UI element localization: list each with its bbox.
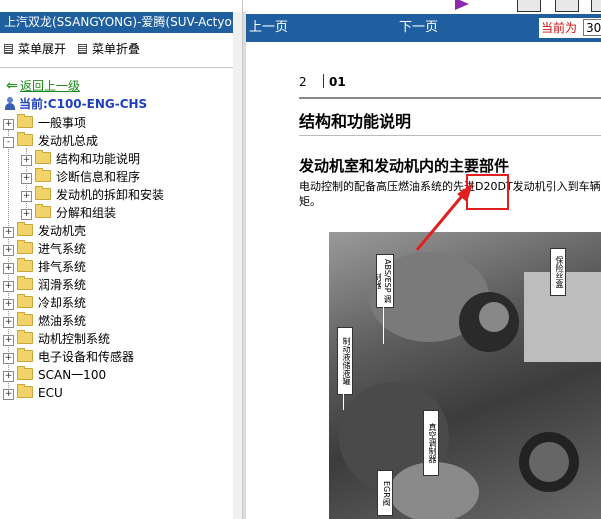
tree-item-label: 电子设备和传感器 [38, 350, 135, 364]
tree-item-label: 发动机壳 [38, 224, 87, 238]
back-link[interactable]: ⇐ 返回上一级 [6, 78, 80, 94]
prev-page-button[interactable]: 上一页 [249, 14, 288, 42]
tree-item-scan100[interactable]: + SCAN一100 [3, 366, 106, 384]
tree-item-label: 燃油系统 [38, 314, 87, 328]
folder-icon [17, 330, 33, 344]
folder-icon [35, 204, 51, 218]
expand-toggle[interactable]: + [3, 371, 14, 382]
window-icon[interactable] [517, 0, 541, 12]
play-icon[interactable] [455, 0, 469, 10]
page-navbar: 上一页 下一页 当前为 30 [243, 14, 601, 42]
menu-collapse-label: 菜单折叠 [92, 42, 141, 56]
folder-open-icon [17, 132, 33, 146]
tree-item-label: 结构和功能说明 [56, 152, 141, 166]
folder-icon [17, 258, 33, 272]
folder-icon [35, 168, 51, 182]
next-page-button[interactable]: 下一页 [399, 14, 438, 42]
expand-toggle[interactable]: + [3, 389, 14, 400]
folder-icon [35, 186, 51, 200]
window-icon[interactable] [591, 0, 601, 12]
expand-toggle[interactable]: + [3, 119, 14, 130]
list-icon [4, 44, 13, 54]
expand-toggle[interactable]: + [3, 353, 14, 364]
tree-item-diagnostics[interactable]: + 诊断信息和程序 [21, 168, 140, 186]
folder-icon [17, 294, 33, 308]
folder-icon [17, 384, 33, 398]
tree-item-electronics[interactable]: + 电子设备和传感器 [3, 348, 134, 366]
tree-item-exhaust[interactable]: + 排气系统 [3, 258, 86, 276]
tree-item-label: SCAN一100 [38, 368, 107, 382]
left-scrollbar[interactable] [233, 12, 242, 519]
menu-toolbar: 菜单展开 菜单折叠 [0, 38, 240, 60]
expand-toggle[interactable]: + [21, 191, 32, 202]
current-page-box: 当前为 30 [539, 18, 601, 38]
tree-item-engine-assembly[interactable]: - 发动机总成 [3, 132, 98, 150]
folder-icon [17, 114, 33, 128]
expand-toggle[interactable]: + [3, 263, 14, 274]
tree-item-label: 冷却系统 [38, 296, 87, 310]
folder-icon [17, 276, 33, 290]
expand-toggle[interactable]: + [3, 245, 14, 256]
collapse-toggle[interactable]: - [3, 137, 14, 148]
tree-item-structure[interactable]: + 结构和功能说明 [21, 150, 140, 168]
expand-toggle[interactable]: + [3, 335, 14, 346]
menu-collapse-button[interactable]: 菜单折叠 [78, 38, 140, 60]
current-node-label: 当前:C100-ENG-CHS [19, 97, 148, 111]
arrow-shaft [415, 189, 469, 251]
tree-item-intake[interactable]: + 进气系统 [3, 240, 86, 258]
tree-item-label: 发动机总成 [38, 134, 99, 148]
back-arrow-icon: ⇐ [6, 78, 18, 94]
menu-expand-label: 菜单展开 [18, 42, 67, 56]
list-icon [78, 44, 87, 54]
expand-toggle[interactable]: + [3, 227, 14, 238]
divider [0, 67, 242, 68]
folder-icon [17, 366, 33, 380]
current-page-input[interactable]: 30 [583, 19, 601, 36]
folder-icon [17, 222, 33, 236]
tree-item-ecu[interactable]: + ECU [3, 384, 63, 402]
manual-title: 上汽双龙(SSANGYONG)-爱腾(SUV-Actyon) [0, 12, 242, 33]
tree-item-cooling[interactable]: + 冷却系统 [3, 294, 86, 312]
window-icon[interactable] [555, 0, 579, 12]
tree-item-label: 润滑系统 [38, 278, 87, 292]
expand-toggle[interactable]: + [21, 173, 32, 184]
expand-toggle[interactable]: + [21, 155, 32, 166]
tree-item-fuel[interactable]: + 燃油系统 [3, 312, 86, 330]
tree-item-label: 一般事项 [38, 116, 87, 130]
document-scrollbar[interactable] [243, 12, 246, 519]
folder-icon [17, 312, 33, 326]
tree-item-removal[interactable]: + 发动机的拆卸和安装 [21, 186, 164, 204]
expand-toggle[interactable]: + [3, 317, 14, 328]
expand-toggle[interactable]: + [3, 281, 14, 292]
tree-item-label: 发动机的拆卸和安装 [56, 188, 165, 202]
back-link-label[interactable]: 返回上一级 [20, 79, 80, 93]
tree-item-general[interactable]: + 一般事项 [3, 114, 86, 132]
current-node: 当前:C100-ENG-CHS [4, 96, 147, 112]
menu-expand-button[interactable]: 菜单展开 [4, 38, 66, 60]
tree-item-label: 进气系统 [38, 242, 87, 256]
folder-icon [35, 150, 51, 164]
folder-icon [17, 348, 33, 362]
document-pane: 上一页 下一页 当前为 30 2 01 结构和功能说明 发动机室和发动机内的主要… [243, 0, 601, 519]
top-toolbar [243, 0, 601, 12]
folder-icon [17, 240, 33, 254]
navigation-pane: 上汽双龙(SSANGYONG)-爱腾(SUV-Actyon) 菜单展开 菜单折叠… [0, 0, 243, 519]
tree-item-engine-housing[interactable]: + 发动机壳 [3, 222, 86, 240]
current-page-label: 当前为 [541, 21, 578, 35]
expand-toggle[interactable]: + [21, 209, 32, 220]
expand-toggle[interactable]: + [3, 299, 14, 310]
tree-item-label: 排气系统 [38, 260, 87, 274]
tree-item-label: 动机控制系统 [38, 332, 111, 346]
document-page: 2 01 结构和功能说明 发动机室和发动机内的主要部件 电动控制的配备高压燃油系… [243, 42, 601, 519]
tree-item-label: ECU [38, 386, 63, 400]
annotation-arrow [415, 183, 473, 251]
tree-item-disassembly[interactable]: + 分解和组装 [21, 204, 116, 222]
tree-item-label: 分解和组装 [56, 206, 117, 220]
tree-item-lubrication[interactable]: + 润滑系统 [3, 276, 86, 294]
tree-item-label: 诊断信息和程序 [56, 170, 141, 184]
tree-item-engine-control[interactable]: + 动机控制系统 [3, 330, 110, 348]
user-icon [4, 97, 16, 110]
